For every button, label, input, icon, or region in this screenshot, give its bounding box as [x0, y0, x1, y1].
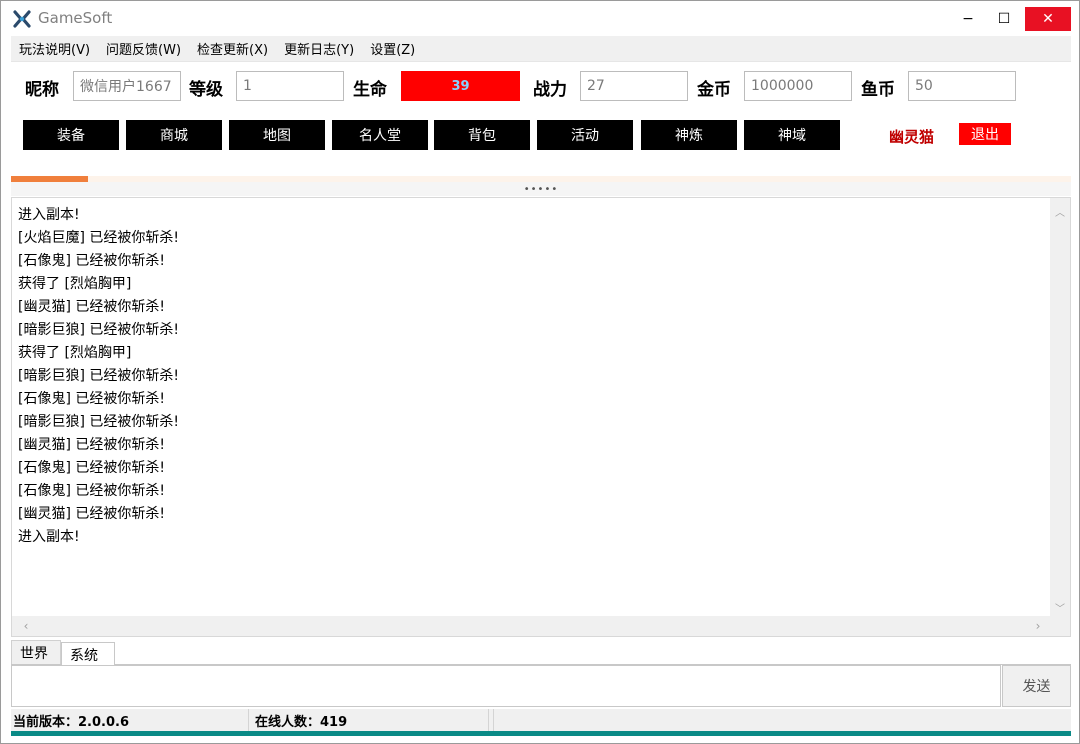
- log-line: 进入副本!: [18, 207, 80, 223]
- bottom-accent-bar: [11, 731, 1071, 736]
- hp-field[interactable]: 39: [401, 71, 520, 101]
- app-window: GameSoft − ☐ ✕ 玩法说明(V) 问题反馈(W) 检查更新(X) 更…: [0, 0, 1080, 744]
- menu-item-feedback[interactable]: 问题反馈(W): [98, 39, 189, 58]
- horizontal-scrollbar[interactable]: ‹ ›: [12, 616, 1052, 636]
- log-line: 获得了 [烈焰胸甲]: [18, 276, 132, 292]
- log-line: 获得了 [烈焰胸甲]: [18, 345, 132, 361]
- player-stats: 昵称 微信用户1667 等级 1 生命 39 战力 27 金币 1000000 …: [11, 67, 1071, 105]
- app-logo-icon: [13, 10, 31, 28]
- menu-item-check-update[interactable]: 检查更新(X): [189, 39, 276, 58]
- log-line: [石像鬼] 已经被你斩杀!: [18, 253, 165, 269]
- nav-button-row: 装备 商城 地图 名人堂 背包 活动 神炼 神域 幽灵猫 退出: [11, 119, 1071, 151]
- power-field[interactable]: 27: [580, 71, 688, 101]
- log-line: [火焰巨魔] 已经被你斩杀!: [18, 230, 179, 246]
- status-empty: [491, 709, 494, 731]
- log-lines: 进入副本! [火焰巨魔] 已经被你斩杀! [石像鬼] 已经被你斩杀! 获得了 [烈焰胸…: [18, 204, 1038, 549]
- log-line: [石像鬼] 已经被你斩杀!: [18, 483, 165, 499]
- scroll-down-icon[interactable]: ﹀: [1050, 598, 1070, 616]
- tab-world[interactable]: 世界: [11, 640, 61, 664]
- level-field[interactable]: 1: [236, 71, 344, 101]
- status-online-count: 在线人数：419: [251, 709, 489, 731]
- fish-coin-label: 鱼币: [861, 80, 895, 100]
- log-line: [石像鬼] 已经被你斩杀!: [18, 391, 165, 407]
- exit-button[interactable]: 退出: [959, 123, 1011, 145]
- log-line: [暗影巨狼] 已经被你斩杀!: [18, 322, 179, 338]
- send-button[interactable]: 发送: [1002, 665, 1071, 707]
- log-line: [幽灵猫] 已经被你斩杀!: [18, 299, 165, 315]
- nickname-label: 昵称: [25, 80, 59, 100]
- log-line: [幽灵猫] 已经被你斩杀!: [18, 506, 165, 522]
- chat-input[interactable]: [11, 665, 1001, 707]
- shop-button[interactable]: 商城: [126, 120, 222, 150]
- equipment-button[interactable]: 装备: [23, 120, 119, 150]
- scroll-corner: [1050, 616, 1070, 636]
- refine-button[interactable]: 神炼: [641, 120, 737, 150]
- log-line: [暗影巨狼] 已经被你斩杀!: [18, 414, 179, 430]
- activity-button[interactable]: 活动: [537, 120, 633, 150]
- level-label: 等级: [189, 80, 223, 100]
- status-bar: 当前版本：2.0.0.6 在线人数：419: [11, 709, 1071, 731]
- channel-tabs: 世界 系统: [11, 639, 1071, 666]
- menu-item-gameplay[interactable]: 玩法说明(V): [11, 39, 98, 58]
- menu-item-changelog[interactable]: 更新日志(Y): [276, 39, 362, 58]
- tab-system[interactable]: 系统: [61, 642, 115, 666]
- hall-of-fame-button[interactable]: 名人堂: [332, 120, 428, 150]
- maximize-button[interactable]: ☐: [981, 1, 1027, 36]
- map-button[interactable]: 地图: [229, 120, 325, 150]
- window-title: GameSoft: [38, 9, 113, 27]
- scroll-right-icon[interactable]: ›: [1028, 616, 1048, 636]
- menu-item-settings[interactable]: 设置(Z): [362, 39, 423, 58]
- gold-field[interactable]: 1000000: [744, 71, 852, 101]
- nickname-field[interactable]: 微信用户1667: [73, 71, 181, 101]
- vertical-scrollbar[interactable]: ︿ ﹀: [1050, 198, 1070, 618]
- log-line: [石像鬼] 已经被你斩杀!: [18, 460, 165, 476]
- scroll-up-icon[interactable]: ︿: [1050, 202, 1070, 220]
- log-line: [幽灵猫] 已经被你斩杀!: [18, 437, 165, 453]
- splitter-handle[interactable]: •••••: [11, 182, 1071, 196]
- log-line: 进入副本!: [18, 529, 80, 545]
- close-button[interactable]: ✕: [1025, 7, 1071, 31]
- status-version: 当前版本：2.0.0.6: [11, 709, 249, 731]
- fish-coin-field[interactable]: 50: [908, 71, 1016, 101]
- battle-log[interactable]: 进入副本! [火焰巨魔] 已经被你斩杀! [石像鬼] 已经被你斩杀! 获得了 [烈焰胸…: [11, 197, 1071, 637]
- menu-bar: 玩法说明(V) 问题反馈(W) 检查更新(X) 更新日志(Y) 设置(Z): [11, 36, 1071, 62]
- gold-label: 金币: [697, 80, 731, 100]
- divine-realm-button[interactable]: 神域: [744, 120, 840, 150]
- scroll-left-icon[interactable]: ‹: [16, 616, 36, 636]
- log-line: [暗影巨狼] 已经被你斩杀!: [18, 368, 179, 384]
- hp-label: 生命: [353, 80, 387, 100]
- pet-name-label: 幽灵猫: [889, 128, 935, 146]
- title-bar[interactable]: GameSoft − ☐ ✕: [1, 1, 1079, 36]
- backpack-button[interactable]: 背包: [434, 120, 530, 150]
- power-label: 战力: [533, 80, 567, 100]
